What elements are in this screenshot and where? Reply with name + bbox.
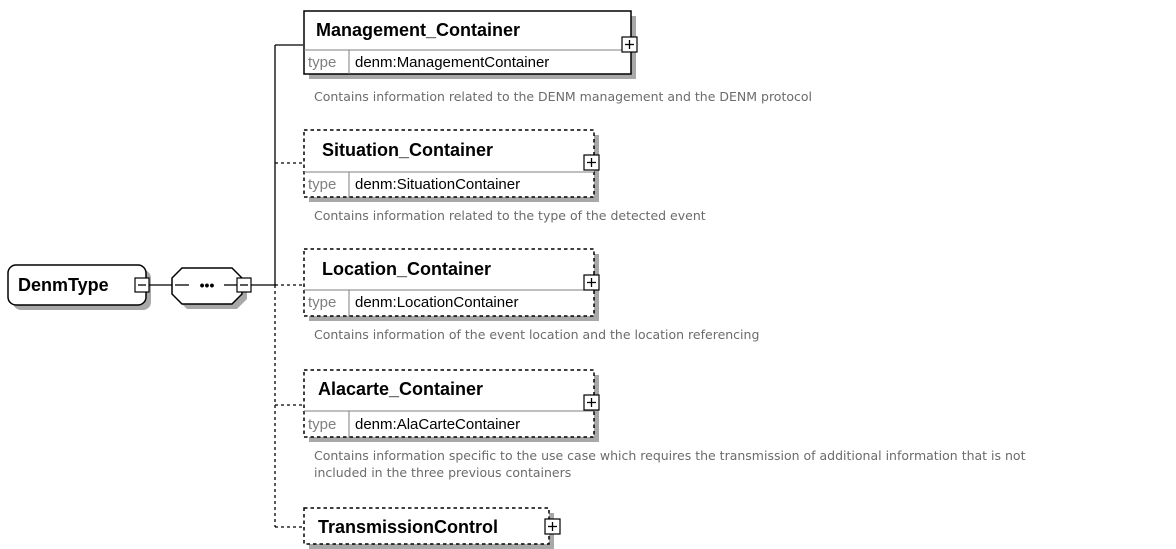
root-element-label: DenmType [18,275,109,295]
expand-icon-location[interactable] [583,274,600,291]
description-situation: Contains information related to the type… [314,208,706,223]
collapse-icon-root[interactable] [134,277,150,293]
sequence-icon: ••• [200,277,215,293]
sequence-compositor[interactable]: ••• [171,267,247,309]
description-alacarte-line-1: Contains information specific to the use… [314,448,1026,463]
element-name: Management_Container [316,20,520,40]
type-value: denm:LocationContainer [355,294,518,311]
root-element-denmtype[interactable]: DenmType [7,264,151,310]
type-value: denm:SituationContainer [355,176,520,193]
type-key: type [308,416,336,433]
element-transmission-control[interactable]: TransmissionControl [303,507,554,549]
expand-icon-management[interactable] [621,36,638,53]
description-alacarte-line-2: included in the three previous container… [314,465,571,480]
element-location-container[interactable]: Location_Container type denm:LocationCon… [303,248,599,321]
element-alacarte-container[interactable]: Alacarte_Container type denm:AlaCarteCon… [303,369,599,442]
type-key: type [308,176,336,193]
description-management: Contains information related to the DENM… [314,89,812,104]
type-value: denm:AlaCarteContainer [355,416,520,433]
schema-diagram: DenmType ••• Management_Container type d… [7,10,1026,549]
type-value: denm:ManagementContainer [355,54,549,71]
expand-icon-transmission[interactable] [544,518,561,535]
element-name: Location_Container [322,259,491,279]
type-key: type [308,294,336,311]
collapse-icon-sequence[interactable] [236,277,252,293]
element-name: Alacarte_Container [318,379,483,399]
element-situation-container[interactable]: Situation_Container type denm:SituationC… [303,129,599,202]
expand-icon-situation[interactable] [583,154,600,171]
expand-icon-alacarte[interactable] [583,394,600,411]
element-name: TransmissionControl [318,517,498,537]
type-key: type [308,54,336,71]
element-name: Situation_Container [322,140,493,160]
description-location: Contains information of the event locati… [314,327,759,342]
element-management-container[interactable]: Management_Container type denm:Managemen… [303,10,636,79]
